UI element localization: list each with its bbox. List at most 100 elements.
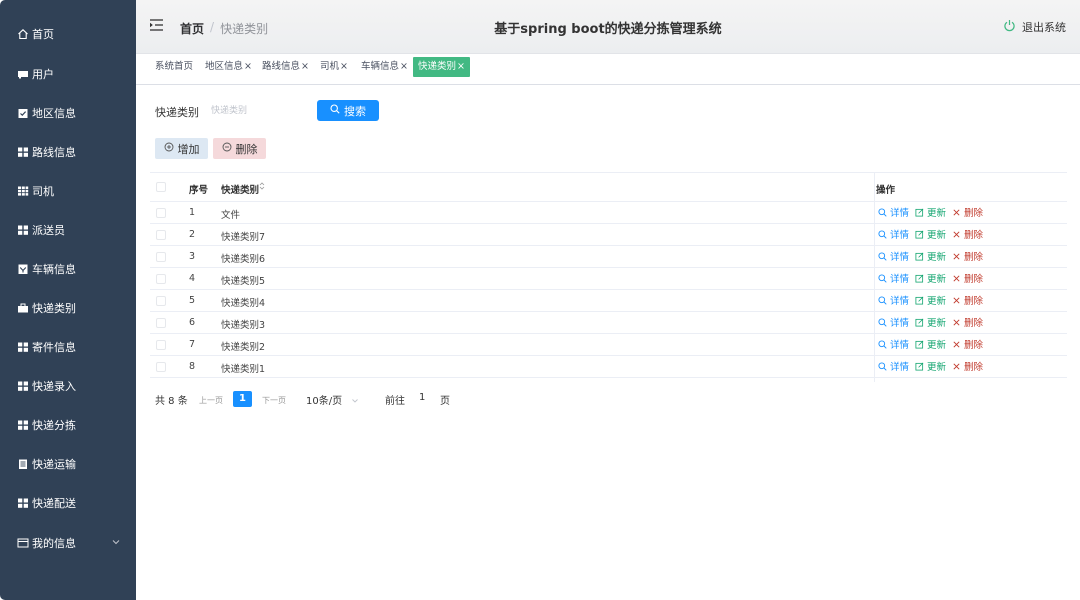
sidebar-item-label: 派送员	[32, 223, 65, 237]
update-button[interactable]: 更新	[915, 249, 946, 263]
next-page-button[interactable]: 下一页	[262, 395, 286, 406]
home-icon	[17, 28, 29, 40]
edit-icon	[915, 274, 924, 283]
sidebar-item-shipment[interactable]: 寄件信息	[0, 327, 136, 366]
update-button[interactable]: 更新	[915, 293, 946, 307]
add-button[interactable]: 增加	[155, 138, 208, 159]
detail-button[interactable]: 详情	[878, 249, 909, 263]
update-button[interactable]: 更新	[915, 205, 946, 219]
delete-button[interactable]: 删除	[952, 359, 983, 373]
list-grid-icon	[17, 185, 29, 197]
goto-page-input[interactable]: 1	[419, 392, 425, 403]
grid-icon	[17, 419, 29, 431]
detail-button[interactable]: 详情	[878, 205, 909, 219]
close-icon	[953, 340, 960, 348]
car-icon	[17, 263, 29, 275]
delete-button[interactable]: 删除	[952, 293, 983, 307]
sidebar-item-express-transport[interactable]: 快递运输	[0, 444, 136, 483]
app-root: 首页 用户 地区信息 路线信息 司机 派送员 车辆信息 快递类别 寄件信息 快递…	[0, 0, 1080, 600]
delete-button[interactable]: 删除	[952, 271, 983, 285]
batch-delete-button[interactable]: 删除	[213, 138, 266, 159]
search-label: 快递类别	[155, 106, 199, 119]
row-checkbox[interactable]	[156, 230, 166, 240]
close-icon	[953, 208, 960, 216]
sidebar-item-label: 车辆信息	[32, 262, 76, 276]
header-category[interactable]: 快递类别	[221, 182, 259, 196]
delete-button[interactable]: 删除	[952, 337, 983, 351]
update-button[interactable]: 更新	[915, 227, 946, 241]
update-button[interactable]: 更新	[915, 359, 946, 373]
sidebar-item-user[interactable]: 用户	[0, 54, 136, 93]
sidebar-item-driver[interactable]: 司机	[0, 171, 136, 210]
grid-icon	[17, 380, 29, 392]
close-icon[interactable]: ×	[457, 61, 465, 72]
close-icon	[953, 252, 960, 260]
close-icon[interactable]: ×	[400, 61, 408, 72]
edit-icon	[915, 230, 924, 239]
table-row: 6 快递类别3 详情 更新 删除	[150, 312, 1067, 334]
detail-button[interactable]: 详情	[878, 337, 909, 351]
sidebar-item-express-sorting[interactable]: 快递分拣	[0, 405, 136, 444]
tab-region-info[interactable]: 地区信息×	[205, 57, 252, 77]
current-page-button[interactable]: 1	[233, 391, 252, 407]
sidebar-item-my-info[interactable]: 我的信息	[0, 523, 136, 562]
row-checkbox[interactable]	[156, 296, 166, 306]
table-row: 2 快递类别7 详情 更新 删除	[150, 224, 1067, 246]
detail-button[interactable]: 详情	[878, 315, 909, 329]
search-input[interactable]	[205, 100, 305, 122]
sidebar-item-route[interactable]: 路线信息	[0, 132, 136, 171]
row-category: 快递类别1	[221, 364, 266, 375]
update-button[interactable]: 更新	[915, 337, 946, 351]
close-icon	[953, 318, 960, 326]
tab-vehicle-info[interactable]: 车辆信息×	[361, 57, 408, 77]
row-checkbox[interactable]	[156, 340, 166, 350]
delete-button[interactable]: 删除	[952, 227, 983, 241]
tab-system-home[interactable]: 系统首页	[155, 57, 193, 77]
detail-button[interactable]: 详情	[878, 227, 909, 241]
top-header: 首页 / 快递类别 基于spring boot的快递分拣管理系统 退出系统	[136, 0, 1080, 54]
select-all-checkbox[interactable]	[156, 182, 166, 192]
search-button-label: 搜索	[344, 104, 366, 118]
row-actions: 详情 更新 删除	[878, 271, 989, 285]
user-icon	[17, 68, 29, 80]
grid-icon	[17, 497, 29, 509]
prev-page-button[interactable]: 上一页	[199, 395, 223, 406]
sidebar-item-vehicle[interactable]: 车辆信息	[0, 249, 136, 288]
chevron-down-icon[interactable]	[111, 537, 121, 550]
update-button[interactable]: 更新	[915, 271, 946, 285]
edit-icon	[915, 362, 924, 371]
logout-button[interactable]: 退出系统	[1003, 19, 1066, 35]
tab-bar: 系统首页 地区信息× 路线信息× 司机× 车辆信息× 快递类别×	[136, 55, 1080, 85]
row-checkbox[interactable]	[156, 362, 166, 372]
row-checkbox[interactable]	[156, 252, 166, 262]
search-icon	[878, 295, 887, 305]
delete-button[interactable]: 删除	[952, 205, 983, 219]
close-icon[interactable]: ×	[244, 61, 252, 72]
tab-driver[interactable]: 司机×	[320, 57, 348, 77]
edit-icon	[915, 296, 924, 305]
delete-button[interactable]: 删除	[952, 315, 983, 329]
sort-icon[interactable]	[259, 181, 265, 194]
update-button[interactable]: 更新	[915, 315, 946, 329]
row-checkbox[interactable]	[156, 208, 166, 218]
sidebar-item-courier[interactable]: 派送员	[0, 210, 136, 249]
tab-express-category[interactable]: 快递类别×	[413, 57, 470, 77]
row-checkbox[interactable]	[156, 274, 166, 284]
detail-button[interactable]: 详情	[878, 359, 909, 373]
page-size-select[interactable]: 10条/页	[306, 392, 359, 407]
row-actions: 详情 更新 删除	[878, 359, 989, 373]
sidebar-item-home[interactable]: 首页	[0, 14, 136, 53]
search-button[interactable]: 搜索	[317, 100, 379, 121]
close-icon[interactable]: ×	[301, 61, 309, 72]
tab-route-info[interactable]: 路线信息×	[262, 57, 309, 77]
sidebar-item-express-category[interactable]: 快递类别	[0, 288, 136, 327]
row-checkbox[interactable]	[156, 318, 166, 328]
sidebar-item-express-entry[interactable]: 快递录入	[0, 366, 136, 405]
detail-button[interactable]: 详情	[878, 271, 909, 285]
sidebar-item-express-delivery[interactable]: 快递配送	[0, 483, 136, 522]
sidebar-item-region[interactable]: 地区信息	[0, 93, 136, 132]
add-button-label: 增加	[177, 142, 200, 156]
detail-button[interactable]: 详情	[878, 293, 909, 307]
close-icon[interactable]: ×	[340, 61, 348, 72]
delete-button[interactable]: 删除	[952, 249, 983, 263]
